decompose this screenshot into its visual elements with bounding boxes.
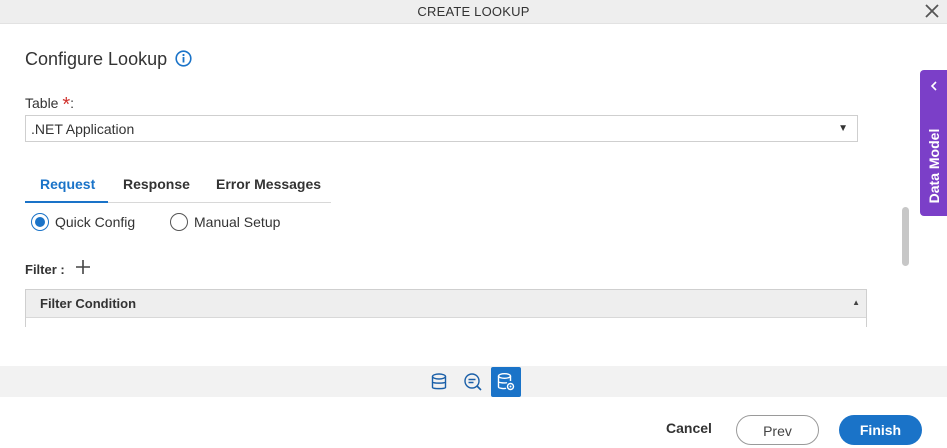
- dialog-title: CREATE LOOKUP: [417, 4, 530, 19]
- table-select-value: .NET Application: [31, 121, 135, 137]
- cancel-button[interactable]: Cancel: [666, 420, 712, 436]
- close-icon[interactable]: [923, 2, 941, 20]
- filter-grid-header: Filter Condition ▲: [26, 290, 866, 318]
- page-title: Configure Lookup: [25, 49, 168, 69]
- scrollbar-thumb[interactable]: [902, 207, 909, 266]
- radio-circle: [170, 213, 188, 231]
- tab-bar: Request Response Error Messages: [25, 168, 331, 203]
- search-icon: [464, 373, 482, 391]
- required-marker: *: [62, 94, 71, 116]
- table-label-text: Table: [25, 95, 59, 111]
- radio-manual-setup[interactable]: Manual Setup: [170, 212, 285, 232]
- database-icon: [431, 373, 447, 390]
- tab-response[interactable]: Response: [123, 176, 190, 192]
- radio-quick-config-label: Quick Config: [55, 214, 136, 230]
- data-model-label: Data Model: [925, 128, 942, 204]
- table-label: Table *:: [25, 91, 75, 116]
- bottom-icon-toolbar: [0, 366, 947, 397]
- finish-button[interactable]: Finish: [839, 415, 922, 445]
- active-tab-indicator: [25, 201, 108, 203]
- filter-grid: Filter Condition ▲: [25, 289, 867, 327]
- finish-button-label: Finish: [859, 422, 902, 438]
- chevron-left-icon: [930, 81, 937, 91]
- radio-selected-dot: [35, 217, 45, 227]
- table-label-suffix: :: [70, 95, 75, 111]
- prev-button-label: Prev: [763, 423, 792, 439]
- database-settings-icon: [497, 373, 515, 391]
- radio-quick-config[interactable]: Quick Config: [31, 212, 141, 232]
- data-model-panel-tab[interactable]: Data Model: [920, 70, 947, 216]
- dropdown-caret-icon: ▼: [838, 123, 848, 134]
- tab-error-messages[interactable]: Error Messages: [216, 176, 321, 192]
- table-select[interactable]: .NET Application ▼: [25, 115, 858, 142]
- database-icon-button[interactable]: [424, 367, 454, 397]
- filter-label: Filter :: [25, 262, 65, 277]
- search-icon-button[interactable]: [458, 367, 488, 397]
- sort-asc-icon[interactable]: ▲: [852, 298, 860, 307]
- prev-button[interactable]: Prev: [736, 415, 819, 445]
- plus-icon[interactable]: [75, 259, 91, 275]
- dialog-title-bar: CREATE LOOKUP: [0, 0, 947, 24]
- tab-request[interactable]: Request: [40, 176, 95, 192]
- database-settings-icon-button[interactable]: [491, 367, 521, 397]
- column-header-filter-condition[interactable]: Filter Condition: [40, 296, 136, 311]
- radio-manual-setup-label: Manual Setup: [194, 214, 281, 230]
- info-icon[interactable]: [175, 50, 192, 67]
